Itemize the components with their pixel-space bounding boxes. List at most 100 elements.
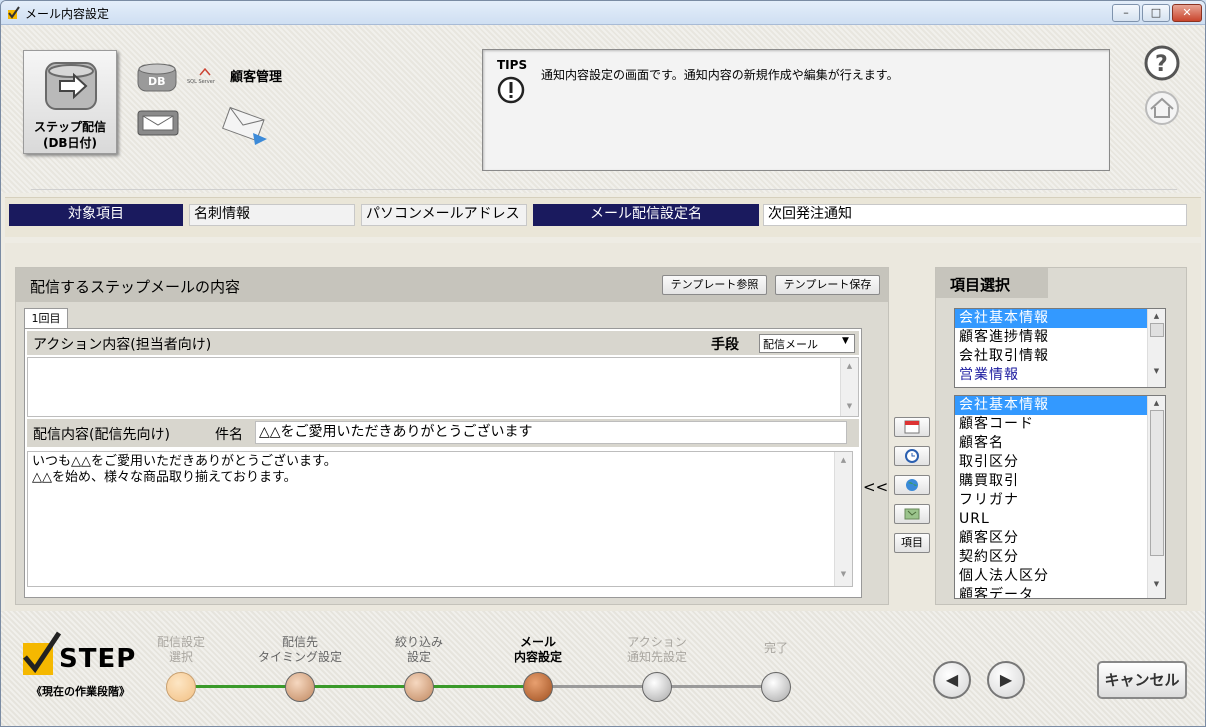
- step-title: STEP: [59, 644, 137, 674]
- list-item[interactable]: 営業情報: [955, 366, 1165, 385]
- list-item[interactable]: 会社基本情報: [955, 396, 1165, 415]
- app-checkmark-icon: [8, 6, 20, 19]
- list-item[interactable]: 購買取引: [955, 472, 1165, 491]
- home-icon[interactable]: [1143, 89, 1181, 127]
- panel-title: 配信するステップメールの内容: [30, 278, 241, 296]
- scroll-up-icon: ▲: [840, 456, 847, 464]
- next-arrow-icon: ▶: [999, 670, 1013, 689]
- action-scrollbar[interactable]: ▲ ▼: [840, 358, 858, 416]
- template-reference-button[interactable]: テンプレート参照: [662, 275, 767, 295]
- header-divider: [31, 189, 1177, 190]
- minimize-button[interactable]: –: [1112, 4, 1140, 22]
- target-item-value: 名刺情報: [189, 204, 355, 226]
- step-label-1: 配信設定 選択: [156, 635, 205, 664]
- category-scrollbar[interactable]: ▲ ▼: [1147, 309, 1165, 387]
- exclamation-icon: [497, 76, 525, 104]
- maximize-button[interactable]: □: [1142, 4, 1170, 22]
- window-title: メール内容設定: [25, 7, 110, 21]
- send-mail-icon: [222, 106, 267, 145]
- body-line-1: いつも△△をご愛用いただきありがとうございます。: [32, 454, 337, 469]
- list-item[interactable]: 顧客進捗情報: [955, 328, 1165, 347]
- calendar-button[interactable]: [894, 417, 930, 437]
- next-button[interactable]: ▶: [987, 661, 1025, 699]
- sql-server-logo: SQL Server: [187, 67, 223, 89]
- body-line-2: △△を始め、様々な商品取り揃えております。: [32, 470, 297, 485]
- list-item[interactable]: 顧客データ: [955, 586, 1165, 598]
- step-button-line1: ステップ配信: [33, 120, 106, 134]
- tips-label: TIPS: [497, 58, 528, 72]
- scroll-thumb[interactable]: [1149, 410, 1164, 556]
- prev-button[interactable]: ◀: [933, 661, 971, 699]
- tips-text: 通知内容設定の画面です。通知内容の新規作成や編集が行えます。: [541, 68, 899, 82]
- list-item[interactable]: URL: [955, 510, 1165, 529]
- tab-round-1[interactable]: 1回目: [24, 308, 68, 328]
- item-button[interactable]: 項目: [894, 533, 930, 553]
- step-label-5: アクション 通知先設定: [626, 635, 687, 664]
- scroll-thumb[interactable]: [1149, 323, 1164, 337]
- close-button[interactable]: ✕: [1172, 4, 1202, 22]
- clock-button[interactable]: [894, 446, 930, 466]
- step-node-4: [523, 672, 553, 702]
- title-bar: メール内容設定 – □ ✕: [1, 1, 1205, 25]
- field-scrollbar[interactable]: ▲ ▼: [1147, 396, 1165, 598]
- scroll-down-icon: ▼: [840, 570, 847, 578]
- progress-line-done: [181, 685, 541, 688]
- list-item[interactable]: 会社取引情報: [955, 347, 1165, 366]
- list-item[interactable]: 契約区分: [955, 548, 1165, 567]
- method-label: 手段: [711, 337, 739, 353]
- map-button[interactable]: [894, 504, 930, 524]
- list-item[interactable]: 顧客コード: [955, 415, 1165, 434]
- step-label-3: 絞り込み 設定: [394, 635, 443, 664]
- scroll-up-icon: ▲: [1153, 312, 1160, 320]
- current-stage-label: 《現在の作業段階》: [31, 685, 130, 698]
- tab-content: アクション内容(担当者向け) 手段 配信メール ▼ ▲ ▼ 配信内容(配信先向け…: [24, 328, 862, 598]
- subject-input[interactable]: △△をご愛用いただきありがとうございます: [255, 421, 847, 444]
- subject-label: 件名: [215, 427, 243, 443]
- action-header: アクション内容(担当者向け) 手段 配信メール ▼: [27, 331, 859, 355]
- map-icon: [904, 508, 920, 520]
- step-check-icon: [23, 631, 62, 675]
- cancel-button[interactable]: キャンセル: [1097, 661, 1187, 699]
- list-item[interactable]: 取引区分: [955, 453, 1165, 472]
- field-list[interactable]: 会社基本情報 顧客コード 顧客名 取引区分 購買取引 フリガナ URL 顧客区分…: [954, 395, 1166, 599]
- scroll-down-icon: ▼: [1153, 367, 1160, 375]
- panel-header: 配信するステップメールの内容 テンプレート参照 テンプレート保存: [16, 268, 888, 302]
- step-node-3: [404, 672, 434, 702]
- list-item[interactable]: 顧客区分: [955, 529, 1165, 548]
- method-select[interactable]: 配信メール ▼: [759, 334, 855, 353]
- delivery-header: 配信内容(配信先向け) 件名 △△をご愛用いただきありがとうございます: [27, 419, 859, 447]
- step-button-line2: (DB日付): [42, 136, 98, 150]
- list-item[interactable]: フリガナ: [955, 491, 1165, 510]
- db-label: DB: [148, 75, 166, 88]
- list-item[interactable]: 個人法人区分: [955, 567, 1165, 586]
- step-node-1: [166, 672, 196, 702]
- step-label-6: 完了: [763, 641, 788, 655]
- item-select-title: 項目選択: [950, 276, 1011, 294]
- mail-setting-name-label: メール配信設定名: [533, 204, 759, 226]
- step-node-2: [285, 672, 315, 702]
- action-content-textarea[interactable]: ▲ ▼: [27, 357, 859, 417]
- prev-arrow-icon: ◀: [945, 670, 959, 689]
- database-icon: DB: [137, 63, 177, 92]
- question-circle-icon[interactable]: ?: [1143, 44, 1181, 82]
- app-window: メール内容設定 – □ ✕ ステップ配信 (DB日付) DB SQL Serve…: [0, 0, 1206, 727]
- chevron-down-icon: ▼: [842, 336, 849, 346]
- item-select-header: 項目選択: [936, 268, 1048, 298]
- body-text: いつも△△をご愛用いただきありがとうございます。 △△を始め、様々な商品取り揃え…: [32, 454, 337, 486]
- globe-button[interactable]: [894, 475, 930, 495]
- template-save-button[interactable]: テンプレート保存: [775, 275, 880, 295]
- insert-arrow-button[interactable]: <<: [863, 478, 888, 496]
- pc-mail-address-value: パソコンメールアドレス: [361, 204, 527, 226]
- footer-wizard: [1, 611, 1205, 726]
- body-scrollbar[interactable]: ▲ ▼: [834, 452, 852, 586]
- list-item[interactable]: 顧客名: [955, 434, 1165, 453]
- list-item[interactable]: 会社基本情報: [955, 309, 1165, 328]
- category-list[interactable]: 会社基本情報 顧客進捗情報 会社取引情報 営業情報 ▲ ▼: [954, 308, 1166, 388]
- scroll-up-icon: ▲: [846, 362, 853, 370]
- step-delivery-button[interactable]: ステップ配信 (DB日付): [23, 50, 117, 154]
- mail-icon: [137, 110, 179, 136]
- step-label-4: メール 内容設定: [513, 635, 562, 664]
- scroll-up-icon: ▲: [1153, 399, 1160, 407]
- delivery-body-textarea[interactable]: いつも△△をご愛用いただきありがとうございます。 △△を始め、様々な商品取り揃え…: [27, 451, 853, 587]
- calendar-icon: [904, 420, 920, 434]
